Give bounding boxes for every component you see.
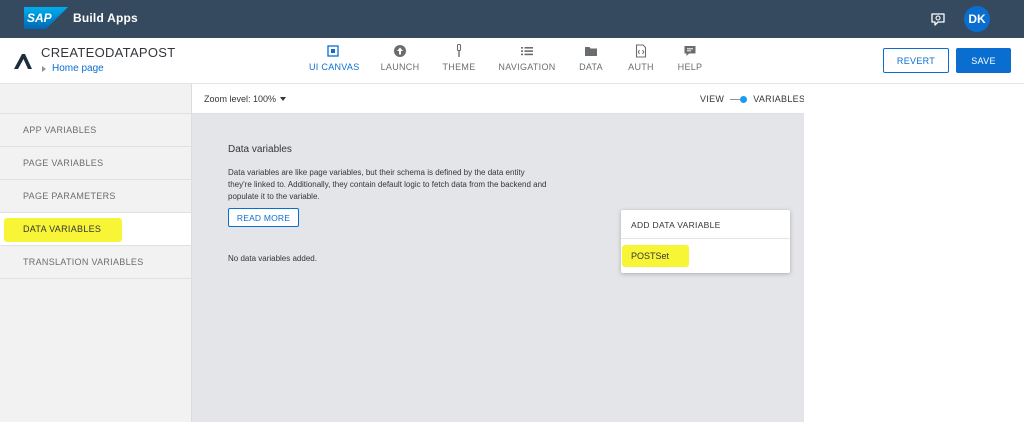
sidebar-item-page-parameters[interactable]: PAGE PARAMETERS	[0, 180, 191, 213]
sidebar-header-spacer	[0, 84, 191, 114]
tab-ui-canvas-label: UI CANVAS	[309, 62, 360, 72]
section-description: Data variables are like page variables, …	[228, 168, 547, 201]
zoom-level-label: Zoom level: 100%	[204, 94, 277, 104]
dropdown-item-postset[interactable]: POSTSet	[631, 251, 669, 261]
breadcrumb-caret-icon	[42, 65, 46, 72]
sidebar-item-translation-variables[interactable]: TRANSLATION VARIABLES	[0, 246, 191, 279]
view-variables-toggle[interactable]: VIEW VARIABLES	[700, 94, 805, 104]
product-name-suffix: Apps	[107, 11, 138, 25]
properties-panel	[804, 84, 1024, 422]
tab-data-label: DATA	[579, 62, 603, 72]
tab-auth[interactable]: AUTH	[626, 44, 656, 78]
read-more-button[interactable]: READ MORE	[228, 208, 299, 227]
sidebar-item-page-variables[interactable]: PAGE VARIABLES	[0, 147, 191, 180]
tab-navigation[interactable]: NAVIGATION	[498, 44, 556, 78]
variables-canvas: Data variables Data variables are like p…	[192, 114, 804, 422]
tab-theme[interactable]: THEME	[442, 44, 476, 78]
launch-icon	[394, 45, 406, 57]
list-icon	[521, 47, 533, 56]
product-title: Build Apps	[73, 11, 138, 25]
variables-sidebar: APP VARIABLES PAGE VARIABLES PAGE PARAME…	[0, 84, 192, 422]
dropdown-divider	[621, 238, 790, 239]
revert-button[interactable]: REVERT	[883, 48, 949, 73]
sidebar-item-data-variables-label: DATA VARIABLES	[23, 224, 102, 234]
folder-icon	[585, 47, 597, 56]
add-data-variable-dropdown: ADD DATA VARIABLE POSTSet	[621, 210, 790, 273]
tab-launch[interactable]: LAUNCH	[380, 44, 420, 78]
add-data-variable-header[interactable]: ADD DATA VARIABLE	[631, 220, 721, 230]
view-toggle-label[interactable]: VIEW	[700, 94, 724, 104]
svg-text:SAP: SAP	[27, 11, 53, 25]
save-button[interactable]: SAVE	[956, 48, 1011, 73]
help-chat-icon	[684, 46, 696, 56]
variables-toggle-label[interactable]: VARIABLES	[753, 94, 805, 104]
breadcrumb[interactable]: Home page	[42, 63, 104, 74]
tab-data[interactable]: DATA	[576, 44, 606, 78]
tab-launch-label: LAUNCH	[380, 62, 420, 72]
zoom-level-select[interactable]: Zoom level: 100%	[204, 94, 287, 104]
tab-ui-canvas[interactable]: UI CANVAS	[309, 44, 360, 78]
tab-theme-label: THEME	[442, 62, 476, 72]
theme-brush-icon	[456, 44, 462, 57]
tab-auth-label: AUTH	[628, 62, 654, 72]
canvas-toolbar: Zoom level: 100% VIEW VARIABLES	[192, 84, 805, 114]
ui-canvas-icon	[327, 45, 339, 57]
app-logo-icon	[14, 54, 32, 69]
empty-state-text: No data variables added.	[228, 254, 317, 263]
section-title: Data variables	[228, 144, 292, 155]
feedback-icon[interactable]	[930, 11, 946, 27]
auth-document-icon	[635, 44, 647, 58]
tab-help-label: HELP	[677, 62, 703, 72]
toggle-knob[interactable]	[740, 95, 748, 103]
sap-logo[interactable]: SAP	[24, 7, 68, 29]
shell-bar: SAP Build Apps DK	[0, 0, 1024, 38]
breadcrumb-page[interactable]: Home page	[52, 63, 104, 74]
dropdown-arrow-icon	[280, 97, 287, 101]
sidebar-item-app-variables[interactable]: APP VARIABLES	[0, 114, 191, 147]
toggle-track	[730, 98, 741, 100]
tab-help[interactable]: HELP	[675, 44, 705, 78]
sidebar-item-data-variables[interactable]: DATA VARIABLES	[0, 213, 191, 246]
app-name: CREATEODATAPOST	[41, 45, 176, 60]
product-name: Build	[73, 11, 104, 25]
tab-navigation-label: NAVIGATION	[498, 62, 556, 72]
user-avatar[interactable]: DK	[964, 6, 990, 32]
app-header: CREATEODATAPOST Home page UI CANVAS LAUN…	[0, 38, 1024, 84]
